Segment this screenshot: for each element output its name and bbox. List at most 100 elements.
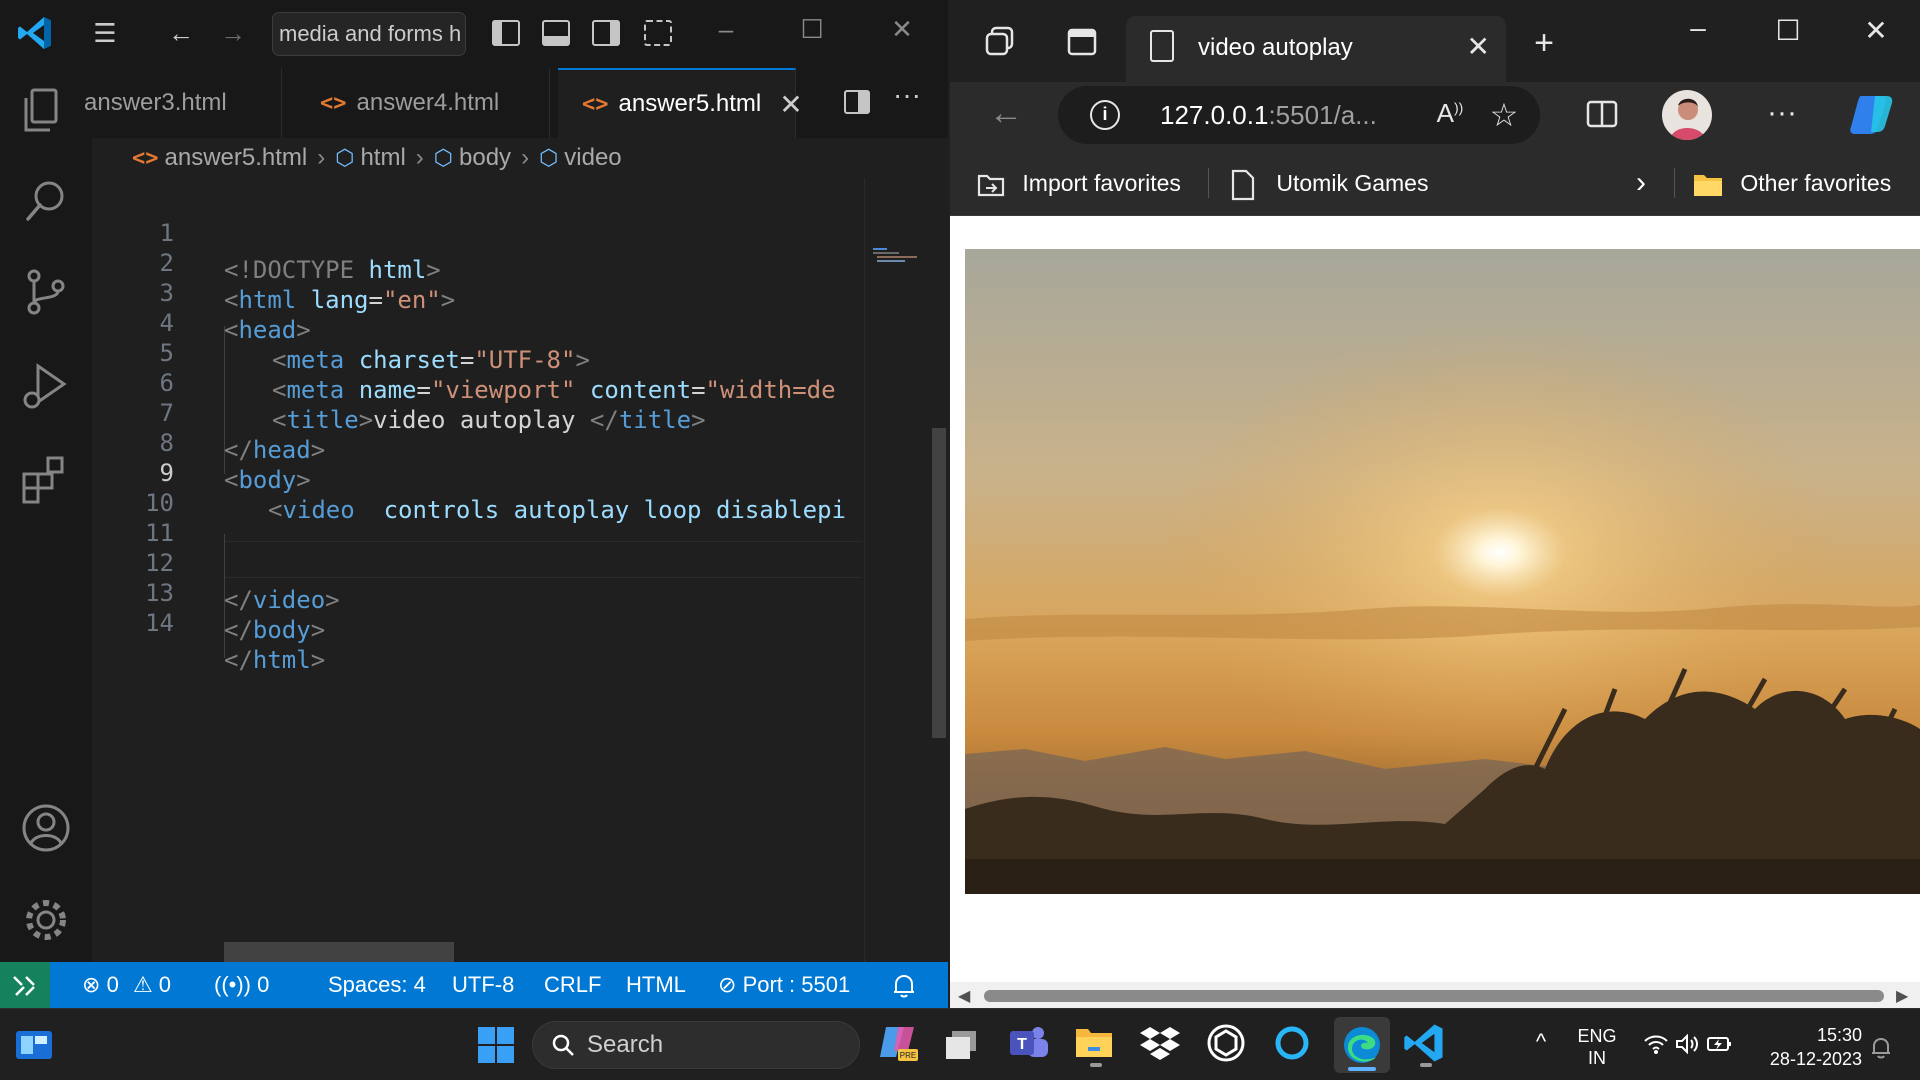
search-icon[interactable]: [18, 172, 74, 228]
folder-icon: [1694, 174, 1722, 196]
scrollbar-thumb[interactable]: [984, 990, 1884, 1002]
other-favorites[interactable]: Other favorites: [1692, 150, 1891, 216]
start-windows-icon[interactable]: [476, 1021, 524, 1069]
horizontal-scrollbar[interactable]: [224, 942, 454, 962]
favorite-import[interactable]: Import favorites: [976, 150, 1181, 216]
code-editor[interactable]: 1 <!DOCTYPE html> 2 <html lang="en"> 3 <…: [92, 178, 862, 918]
teams-icon[interactable]: T: [1006, 1021, 1054, 1069]
live-server-status[interactable]: ⊘ Port : 5501: [718, 962, 850, 1008]
run-debug-icon[interactable]: [18, 358, 74, 414]
close-icon[interactable]: ✕: [882, 14, 922, 45]
remote-icon: [13, 976, 35, 997]
split-screen-icon[interactable]: [1580, 98, 1624, 137]
maximize-icon[interactable]: ☐: [792, 14, 832, 45]
read-aloud-icon[interactable]: A)): [1430, 98, 1470, 129]
editor-area: answer3.html <> answer4.html <> answer5.…: [84, 68, 948, 962]
vscode-window: ☰ ← → media and forms h – ☐ ✕ answer3.ht…: [0, 0, 948, 1008]
cortana-ring-icon[interactable]: [1270, 1021, 1318, 1069]
scroll-right-icon[interactable]: ▶: [1896, 986, 1908, 1006]
openai-app-icon[interactable]: [1204, 1021, 1252, 1069]
minimize-icon[interactable]: –: [706, 14, 746, 45]
menu-icon[interactable]: ☰: [88, 20, 122, 46]
close-tab-icon[interactable]: ✕: [1467, 30, 1490, 63]
dropbox-icon[interactable]: [1138, 1021, 1186, 1069]
minimap[interactable]: [864, 178, 928, 962]
address-bar[interactable]: i 127.0.0.1:5501/a... A)) ☆: [1058, 86, 1540, 144]
input-language[interactable]: ENG IN: [1572, 1025, 1622, 1069]
site-info-icon[interactable]: i: [1090, 100, 1120, 130]
explorer-icon[interactable]: [18, 82, 74, 138]
tab-answer3[interactable]: answer3.html: [82, 68, 282, 138]
error-icon: ⊗: [82, 972, 101, 997]
copilot-pre-icon[interactable]: PRE: [876, 1021, 924, 1069]
quick-settings[interactable]: [1636, 1033, 1740, 1055]
symbol-element-icon: ⬡: [335, 145, 355, 170]
customize-layout-icon[interactable]: [644, 20, 672, 46]
symbol-element-icon: ⬡: [539, 145, 559, 170]
toggle-secondary-sidebar-icon[interactable]: [592, 20, 620, 46]
notifications-bell-icon[interactable]: [1866, 1037, 1896, 1064]
maximize-icon[interactable]: ☐: [1768, 14, 1808, 47]
vertical-scrollbar[interactable]: [928, 178, 948, 962]
back-arrow-icon[interactable]: ←: [984, 94, 1028, 133]
tab-answer5[interactable]: <> answer5.html ✕: [558, 68, 803, 138]
favorite-utomik-games[interactable]: Utomik Games: [1230, 150, 1428, 216]
profile-avatar[interactable]: [1662, 90, 1712, 140]
back-arrow-icon[interactable]: ←: [164, 20, 198, 46]
widgets-icon[interactable]: [14, 1021, 62, 1069]
scrollbar-thumb[interactable]: [932, 428, 946, 738]
minimize-icon[interactable]: –: [1678, 12, 1718, 44]
scroll-left-icon[interactable]: ◀: [958, 986, 970, 1006]
ports-status[interactable]: ((•)) 0: [214, 962, 269, 1008]
vertical-tabs-icon[interactable]: [1062, 26, 1102, 65]
search-text: media and forms h: [279, 21, 462, 46]
close-tab-icon[interactable]: ✕: [779, 88, 802, 121]
indentation-status[interactable]: Spaces: 4: [328, 962, 426, 1008]
new-tab-icon[interactable]: +: [1524, 24, 1564, 63]
settings-more-icon[interactable]: ···: [1760, 96, 1804, 130]
file-explorer-icon[interactable]: [1072, 1021, 1120, 1069]
vscode-logo-icon[interactable]: [16, 14, 54, 52]
edge-taskbar-icon[interactable]: [1334, 1017, 1390, 1073]
remote-indicator[interactable]: [0, 962, 50, 1008]
activity-bar: [0, 68, 92, 962]
volume-icon: [1674, 1033, 1705, 1055]
page-horizontal-scrollbar[interactable]: ◀ ▶: [950, 982, 1920, 1008]
copilot-icon[interactable]: [1844, 92, 1898, 145]
toggle-panel-icon[interactable]: [542, 20, 570, 46]
breadcrumb-file[interactable]: <> answer5.html: [132, 144, 307, 172]
extensions-icon[interactable]: [18, 450, 74, 506]
settings-gear-icon[interactable]: [18, 892, 74, 948]
task-view-icon[interactable]: [942, 1021, 990, 1069]
workspaces-icon[interactable]: [980, 24, 1020, 67]
tab-answer4[interactable]: <> answer4.html: [292, 68, 550, 138]
chevron-right-icon[interactable]: ›: [1636, 150, 1646, 216]
encoding-status[interactable]: UTF-8: [452, 962, 514, 1008]
video-player[interactable]: [965, 249, 1920, 894]
accounts-icon[interactable]: [18, 800, 74, 856]
taskbar-search[interactable]: Search: [532, 1021, 860, 1069]
active-indicator: [1348, 1067, 1376, 1071]
show-hidden-icons-chevron-up-icon[interactable]: ^: [1526, 1029, 1556, 1055]
problems-status[interactable]: ⊗ 0 ⚠ 0: [82, 962, 171, 1008]
clock[interactable]: 15:30 28-12-2023: [1752, 1023, 1862, 1071]
command-center-search[interactable]: media and forms h: [272, 12, 466, 56]
breadcrumb-body[interactable]: ⬡ body: [434, 144, 511, 172]
language-mode-status[interactable]: HTML: [626, 962, 686, 1008]
source-control-icon[interactable]: [18, 264, 74, 320]
browser-tab-active[interactable]: video autoplay ✕: [1126, 16, 1506, 82]
toggle-primary-sidebar-icon[interactable]: [492, 20, 520, 46]
html-file-icon: <>: [132, 145, 159, 171]
breadcrumb-video[interactable]: ⬡ video: [539, 144, 622, 172]
eol-status[interactable]: CRLF: [544, 962, 601, 1008]
url-rest: :5501/a...: [1268, 100, 1377, 130]
split-editor-icon[interactable]: [844, 90, 870, 114]
more-actions-icon[interactable]: ···: [890, 81, 924, 109]
breadcrumb-html[interactable]: ⬡ html: [335, 144, 406, 172]
forward-arrow-icon[interactable]: →: [216, 20, 250, 46]
notifications-bell-icon[interactable]: [892, 962, 916, 1008]
vscode-taskbar-icon[interactable]: [1402, 1021, 1450, 1069]
close-window-icon[interactable]: ✕: [1856, 14, 1896, 47]
import-folder-icon: [977, 174, 1005, 197]
favorite-star-icon[interactable]: ☆: [1484, 96, 1524, 134]
